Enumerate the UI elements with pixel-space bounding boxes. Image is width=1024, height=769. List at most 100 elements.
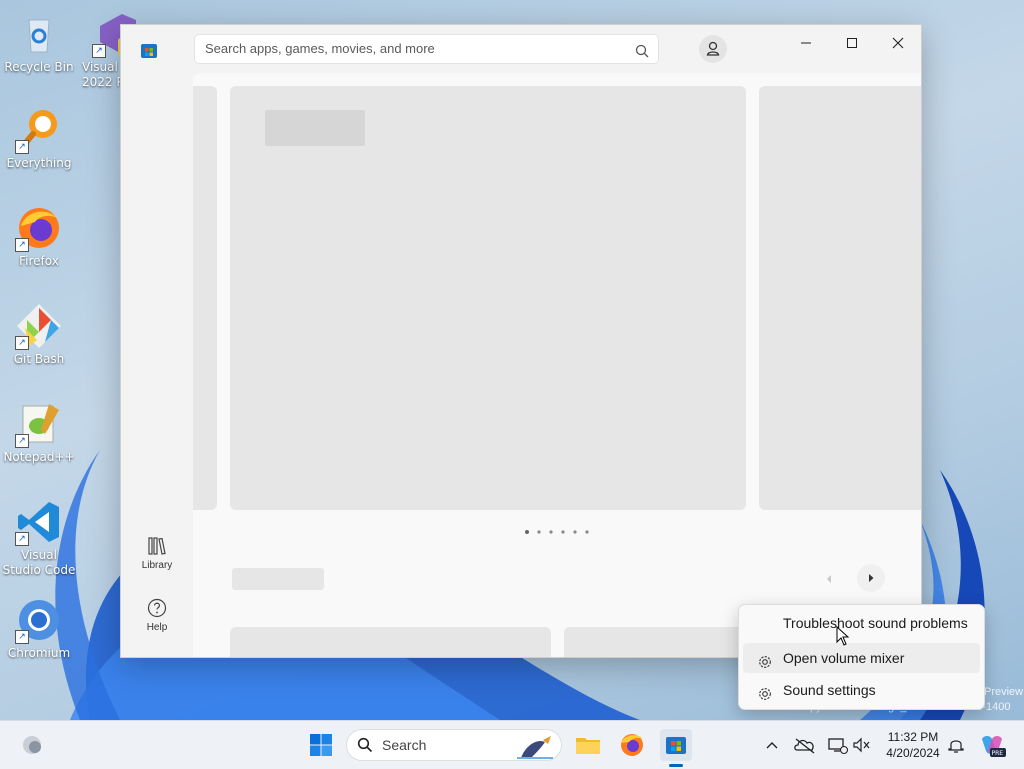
weather-icon — [23, 736, 41, 754]
chevron-right-icon — [869, 574, 874, 582]
scroll-left-button[interactable] — [821, 571, 837, 587]
desktop-icon-chromium[interactable]: ↗ Chromium — [1, 596, 77, 661]
desktop-icon-label: Firefox — [19, 254, 59, 268]
account-button[interactable] — [699, 35, 727, 63]
desktop-icon-everything[interactable]: ↗ Everything — [1, 106, 77, 171]
start-button[interactable] — [305, 729, 337, 761]
library-icon — [148, 537, 166, 555]
desktop-icon-vscode[interactable]: ↗ Visual Studio Code — [1, 498, 77, 578]
menu-item-label: Troubleshoot sound problems — [783, 615, 968, 631]
show-hidden-icons-button[interactable] — [757, 729, 787, 761]
desktop-icon-label: Everything — [6, 156, 72, 170]
nav-library[interactable]: Library — [121, 535, 193, 571]
store-icon — [666, 737, 686, 754]
app-card-placeholder[interactable] — [230, 627, 551, 657]
gear-icon — [757, 682, 773, 700]
nav-library-label: Library — [141, 560, 173, 571]
clock-date: 4/20/2024 — [886, 746, 940, 760]
search-highlight-icon — [517, 736, 553, 759]
desktop-icon-label: Chromium — [7, 646, 71, 660]
speaker-muted-icon — [853, 737, 870, 753]
file-explorer-button[interactable] — [572, 729, 604, 761]
widgets-button[interactable] — [16, 729, 48, 761]
desktop-icon-label: Recycle Bin — [4, 60, 74, 74]
desktop-icon-recycle-bin[interactable]: Recycle Bin — [1, 10, 77, 75]
windows-logo-icon — [310, 734, 332, 756]
copilot-icon: PRE — [982, 736, 1006, 757]
firefox-icon — [621, 734, 643, 756]
system-clock[interactable]: 11:32 PM 4/20/2024 — [878, 729, 948, 761]
minimize-button[interactable] — [783, 27, 829, 59]
store-window: Search apps, games, movies, and more Lib… — [120, 24, 922, 658]
gear-icon — [757, 650, 773, 668]
mouse-cursor-icon — [836, 626, 850, 646]
onedrive-button[interactable] — [790, 729, 820, 761]
search-icon — [357, 737, 373, 753]
store-search-input[interactable]: Search apps, games, movies, and more — [194, 34, 659, 64]
recycle-bin-icon — [15, 10, 63, 58]
shortcut-arrow-icon: ↗ — [15, 434, 29, 448]
vscode-icon: ↗ — [15, 498, 63, 546]
bell-icon — [948, 740, 964, 753]
hero-card-next[interactable] — [759, 86, 921, 510]
volume-button[interactable] — [848, 729, 876, 761]
chevron-up-icon — [766, 742, 778, 749]
menu-item-volume-mixer[interactable]: Open volume mixer — [743, 643, 980, 673]
person-icon — [706, 41, 720, 56]
help-icon — [147, 598, 167, 618]
svg-text:PRE: PRE — [992, 750, 1004, 757]
scroll-right-button[interactable] — [857, 564, 885, 592]
taskbar-search-label: Search — [382, 737, 427, 753]
running-indicator — [669, 764, 683, 767]
close-button[interactable] — [875, 27, 921, 59]
notepad-plus-plus-icon: ↗ — [15, 400, 63, 448]
everything-icon: ↗ — [15, 106, 63, 154]
notifications-button[interactable] — [942, 729, 970, 761]
search-icon[interactable] — [634, 41, 650, 58]
hero-title-placeholder — [265, 110, 365, 146]
taskbar: Search 11:32 PM 4/20/2024 PRE — [0, 720, 1024, 769]
chevron-left-icon — [827, 575, 831, 583]
maximize-button[interactable] — [829, 27, 875, 59]
menu-item-label: Sound settings — [783, 682, 876, 698]
menu-item-sound-settings[interactable]: Sound settings — [743, 675, 980, 705]
desktop-icon-label: Git Bash — [13, 352, 65, 366]
shortcut-arrow-icon: ↗ — [92, 44, 106, 58]
desktop-icon-label: Notepad++ — [3, 450, 75, 464]
desktop-icon-label: Visual Studio Code — [2, 548, 76, 577]
hero-card-prev[interactable] — [193, 86, 217, 510]
menu-item-label: Open volume mixer — [783, 650, 905, 666]
desktop-icon-git-bash[interactable]: ↗ Git Bash — [1, 302, 77, 367]
firefox-icon: ↗ — [15, 204, 63, 252]
nav-help-label: Help — [146, 622, 168, 633]
nav-help[interactable]: Help — [121, 597, 193, 633]
store-app-icon — [140, 41, 158, 59]
carousel-dots[interactable] — [521, 527, 591, 537]
store-taskbar-button[interactable] — [660, 729, 692, 767]
cloud-offline-icon — [794, 738, 815, 754]
menu-item-troubleshoot[interactable]: Troubleshoot sound problems — [743, 608, 980, 638]
desktop-icon-firefox[interactable]: ↗ Firefox — [1, 204, 77, 269]
folder-icon — [576, 738, 600, 754]
shortcut-arrow-icon: ↗ — [15, 532, 29, 546]
section-title-placeholder — [232, 568, 324, 590]
store-content — [193, 73, 921, 657]
search-placeholder: Search apps, games, movies, and more — [205, 41, 435, 56]
minimize-icon — [801, 42, 811, 44]
firefox-taskbar-button[interactable] — [616, 729, 648, 761]
desktop-icon-notepad-plus-plus[interactable]: ↗ Notepad++ — [1, 400, 77, 465]
clock-time: 11:32 PM — [887, 730, 939, 744]
hero-card[interactable] — [230, 86, 746, 510]
shortcut-arrow-icon: ↗ — [15, 140, 29, 154]
shortcut-arrow-icon: ↗ — [15, 238, 29, 252]
shortcut-arrow-icon: ↗ — [15, 630, 29, 644]
git-bash-icon: ↗ — [15, 302, 63, 350]
taskbar-search[interactable]: Search — [346, 729, 562, 761]
maximize-icon — [847, 38, 857, 48]
sound-context-menu: Troubleshoot sound problems Open volume … — [738, 604, 985, 710]
copilot-button[interactable]: PRE — [976, 729, 1008, 761]
watermark-preview: Preview — [984, 686, 1024, 698]
close-icon — [892, 37, 904, 49]
shortcut-arrow-icon: ↗ — [15, 336, 29, 350]
chromium-icon: ↗ — [15, 596, 63, 644]
